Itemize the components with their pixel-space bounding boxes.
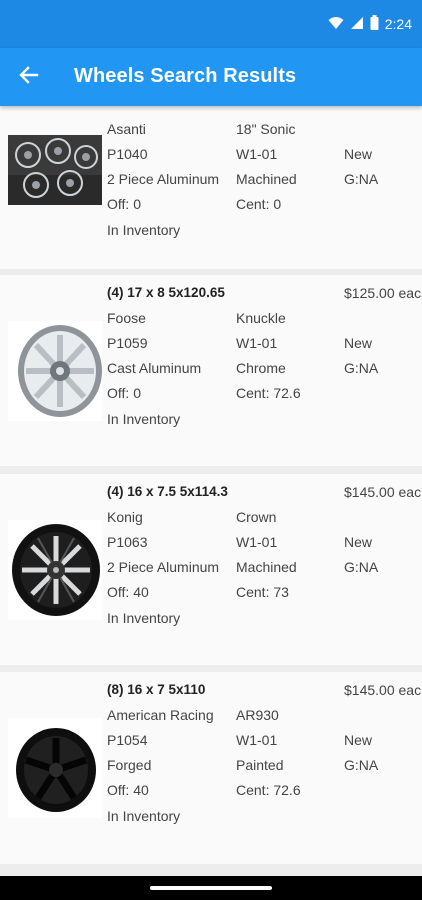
wheel-model: 18" Sonic bbox=[236, 121, 296, 137]
result-card[interactable]: (4) 16 x 7.5 5x114.3 $145.00 each Konig … bbox=[0, 474, 422, 665]
wheel-image bbox=[8, 321, 102, 421]
center-bore: Cent: 72.6 bbox=[236, 385, 301, 401]
location-code: W1-01 bbox=[236, 732, 278, 748]
home-gesture-handle[interactable] bbox=[150, 886, 272, 890]
location-code: W1-01 bbox=[236, 335, 278, 351]
app-bar: Wheels Search Results bbox=[0, 48, 422, 106]
finish: Chrome bbox=[236, 360, 286, 376]
results-list[interactable]: Asanti 18" Sonic P1040 W1-01 New 2 Piece… bbox=[0, 106, 422, 876]
finish: Machined bbox=[236, 171, 297, 187]
grade: G:NA bbox=[344, 757, 379, 773]
wheel-brand: American Racing bbox=[107, 707, 214, 723]
status-time: 2:24 bbox=[384, 16, 412, 32]
size-header: (4) 16 x 7.5 5x114.3 bbox=[107, 484, 228, 499]
condition: New bbox=[344, 146, 373, 162]
size-header: (8) 16 x 7 5x110 bbox=[107, 682, 206, 697]
availability: In Inventory bbox=[107, 411, 181, 427]
finish: Machined bbox=[236, 559, 297, 575]
wifi-icon bbox=[328, 16, 344, 33]
page-title: Wheels Search Results bbox=[74, 65, 297, 87]
availability: In Inventory bbox=[107, 610, 181, 626]
center-bore: Cent: 73 bbox=[236, 584, 289, 600]
construction: Cast Aluminum bbox=[107, 360, 202, 376]
condition: New bbox=[344, 335, 373, 351]
status-bar: 2:24 bbox=[0, 0, 422, 48]
result-card[interactable]: (4) 17 x 8 5x120.65 $125.00 each Foose K… bbox=[0, 275, 422, 466]
part-number: P1054 bbox=[107, 732, 148, 748]
center-bore: Cent: 72.6 bbox=[236, 782, 301, 798]
offset: Off: 0 bbox=[107, 385, 141, 401]
wheel-brand: Konig bbox=[107, 509, 143, 525]
condition: New bbox=[344, 732, 373, 748]
condition: New bbox=[344, 534, 373, 550]
location-code: W1-01 bbox=[236, 146, 278, 162]
availability: In Inventory bbox=[107, 808, 181, 824]
wheel-model: AR930 bbox=[236, 707, 279, 723]
size-header: (4) 17 x 8 5x120.65 bbox=[107, 285, 225, 300]
grade: G:NA bbox=[344, 360, 379, 376]
wheel-brand: Asanti bbox=[107, 121, 146, 137]
center-bore: Cent: 0 bbox=[236, 196, 282, 212]
part-number: P1040 bbox=[107, 146, 148, 162]
offset: Off: 40 bbox=[107, 584, 149, 600]
construction: Forged bbox=[107, 757, 152, 773]
wheel-image bbox=[8, 135, 102, 205]
wheel-brand: Foose bbox=[107, 310, 146, 326]
wheel-model: Knuckle bbox=[236, 310, 286, 326]
grade: G:NA bbox=[344, 559, 379, 575]
wheel-model: Crown bbox=[236, 509, 277, 525]
battery-icon bbox=[370, 15, 379, 33]
result-card[interactable]: (8) 16 x 7 5x110 $145.00 each American R… bbox=[0, 672, 422, 864]
construction: 2 Piece Aluminum bbox=[107, 559, 220, 575]
finish: Painted bbox=[236, 757, 284, 773]
wheel-image bbox=[8, 718, 102, 818]
arrow-back-icon bbox=[19, 65, 39, 90]
signal-icon bbox=[350, 16, 364, 33]
offset: Off: 0 bbox=[107, 196, 141, 212]
part-number: P1063 bbox=[107, 534, 148, 550]
availability: In Inventory bbox=[107, 222, 181, 238]
part-number: P1059 bbox=[107, 335, 148, 351]
price: $145.00 each bbox=[344, 484, 422, 500]
back-button[interactable] bbox=[14, 62, 44, 92]
offset: Off: 40 bbox=[107, 782, 149, 798]
location-code: W1-01 bbox=[236, 534, 278, 550]
wheel-image bbox=[8, 520, 102, 620]
price: $125.00 each bbox=[344, 285, 422, 301]
construction: 2 Piece Aluminum bbox=[107, 171, 220, 187]
price: $145.00 each bbox=[344, 682, 422, 698]
grade: G:NA bbox=[344, 171, 379, 187]
result-card[interactable]: Asanti 18" Sonic P1040 W1-01 New 2 Piece… bbox=[0, 106, 422, 269]
status-icons: 2:24 bbox=[328, 15, 412, 33]
navigation-bar bbox=[0, 876, 422, 900]
